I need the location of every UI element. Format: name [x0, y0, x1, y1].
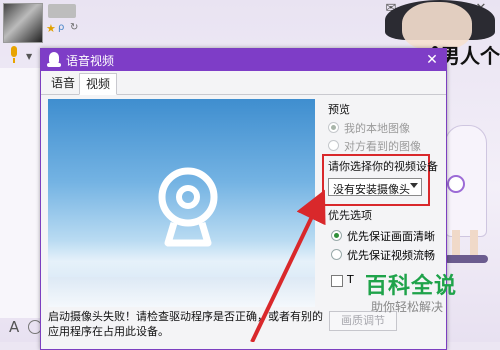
video-preview: [48, 99, 315, 307]
dialog-titlebar[interactable]: 语音视频 ✕: [41, 49, 446, 71]
contact-avatar[interactable]: [3, 3, 43, 43]
watermark-title: 百科全说: [365, 274, 458, 299]
option-checkbox[interactable]: [331, 275, 343, 287]
decorative-title: 男人个矮: [440, 44, 500, 68]
status-icon[interactable]: ρ: [58, 22, 64, 33]
radio-remote-image[interactable]: [328, 140, 339, 151]
star-icon: ★: [46, 22, 56, 35]
tab-video[interactable]: 视频: [79, 73, 118, 95]
microphone-icon[interactable]: [8, 46, 20, 64]
dropdown-arrow-icon[interactable]: [410, 183, 418, 188]
dialog-close-button[interactable]: ✕: [422, 50, 442, 70]
decorative-leg: [452, 230, 460, 258]
refresh-icon[interactable]: ↻: [70, 22, 78, 33]
smoothness-label: 优先保证视频流畅: [347, 249, 435, 262]
tab-bar: 语音 视频: [41, 73, 446, 95]
decorative-leg: [470, 230, 478, 258]
watermark: 百科全说 助你轻松解决: [357, 266, 500, 322]
contact-name-redacted: [48, 4, 76, 18]
font-icon[interactable]: A: [9, 318, 19, 336]
chat-history-area: [0, 68, 42, 318]
video-device-select[interactable]: 没有安装摄像头: [328, 178, 422, 196]
radio-smoothness[interactable]: [331, 249, 342, 260]
decorative-shoes: [444, 255, 488, 263]
selected-device: 没有安装摄像头: [333, 183, 410, 196]
tab-voice[interactable]: 语音: [45, 73, 81, 93]
local-image-label: 我的本地图像: [344, 122, 410, 135]
priority-section-label: 优先选项: [328, 209, 372, 222]
radio-clarity[interactable]: [331, 230, 342, 241]
remote-image-label: 对方看到的图像: [344, 140, 421, 153]
camera-icon: [158, 167, 218, 247]
dialog-title: 语音视频: [66, 54, 115, 68]
preview-section-label: 预览: [328, 103, 350, 116]
ground-strip: [48, 277, 315, 307]
checkbox-label: T: [347, 273, 354, 286]
clarity-label: 优先保证画面清晰: [347, 230, 435, 243]
decorative-badge: [447, 175, 465, 193]
camera-error-message: 启动摄像头失败！请检查驱动程序是否正确，或者有别的应用程序在占用此设备。: [48, 310, 323, 338]
device-section-label: 请你选择你的视频设备: [328, 160, 438, 173]
chevron-down-icon[interactable]: ▼: [26, 52, 32, 61]
qq-penguin-icon: [47, 52, 61, 68]
watermark-subtitle: 助你轻松解决: [371, 300, 444, 314]
radio-local-image[interactable]: [328, 122, 339, 133]
